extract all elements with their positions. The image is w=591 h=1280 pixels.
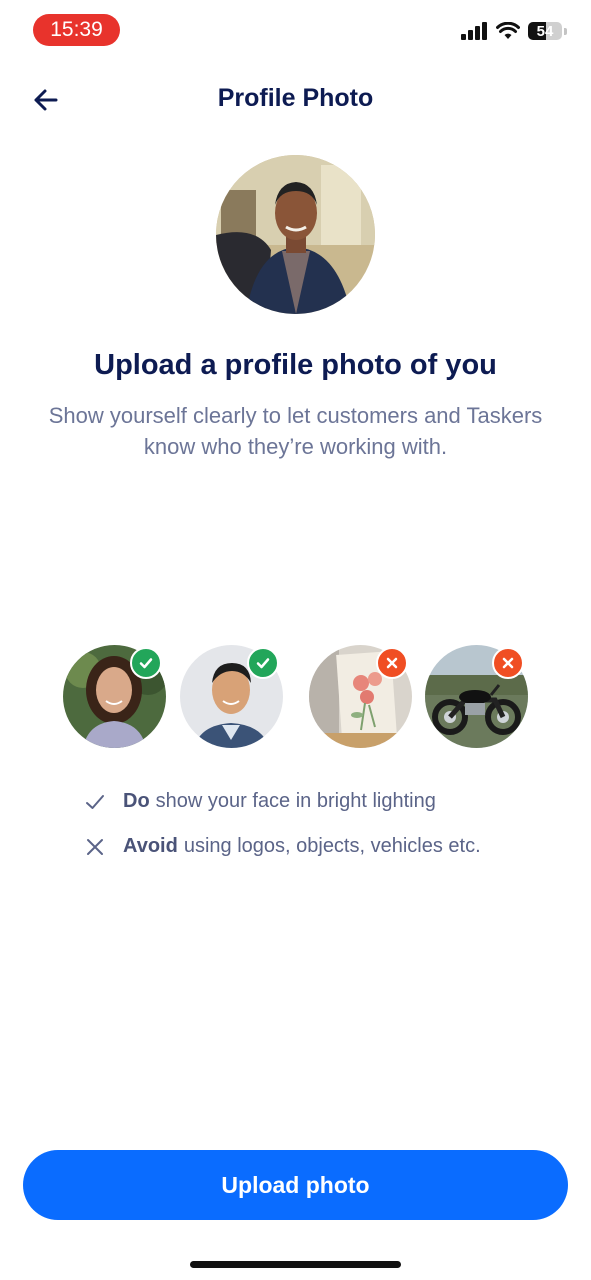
avatar-photo [216,155,375,314]
subtext: Show yourself clearly to let customers a… [48,403,543,459]
close-icon [502,657,514,669]
example-bad-painting [309,645,412,748]
example-photos [63,645,533,750]
example-bad-motorcycle [425,645,528,748]
profile-avatar[interactable] [216,155,375,314]
cross-badge [492,647,524,679]
rule-do-text: show your face in bright lighting [155,790,436,812]
rule-do: Do show your face in bright lighting [84,790,436,813]
wifi-icon [496,22,520,39]
upload-photo-button[interactable]: Upload photo [23,1150,568,1220]
check-badge [130,647,162,679]
battery-level: 54 [536,22,554,40]
home-indicator[interactable] [190,1261,401,1268]
check-badge [247,647,279,679]
status-time: 15:39 [33,14,120,46]
check-icon [256,658,270,669]
close-icon [87,838,103,855]
signal-icon [461,22,487,40]
cross-badge [376,647,408,679]
page-title: Profile Photo [217,84,374,112]
example-good-woman [63,645,166,748]
close-icon [386,657,398,669]
battery-tip [564,27,567,35]
status-icons: 54 [461,22,567,40]
headline: Upload a profile photo of you [94,349,497,381]
rule-avoid: Avoid using logos, objects, vehicles etc… [84,835,481,858]
example-good-man [180,645,283,748]
rule-avoid-strong: Avoid [123,835,178,857]
battery-icon: 54 [528,22,562,40]
check-icon [139,658,153,669]
rule-avoid-text: using logos, objects, vehicles etc. [183,835,481,857]
check-icon [86,794,104,809]
rule-do-strong: Do [123,790,150,812]
